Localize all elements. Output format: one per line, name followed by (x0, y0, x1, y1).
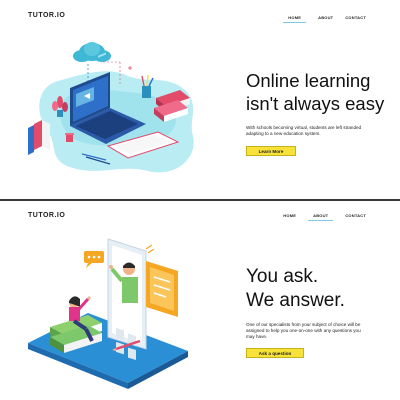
cloud-icon (73, 42, 111, 62)
hero-description: With schools becoming virtual, students … (246, 125, 362, 136)
phone-tutor-student-illustration (28, 238, 188, 389)
hero-section-online-learning: TUTOR.IO HOME ABOUT CONTACT Online learn… (0, 0, 400, 200)
hero-description: One of our specialists from your subject… (246, 322, 361, 339)
site-logo[interactable]: TUTOR.IO (28, 212, 65, 219)
hero-headline-line2: isn't always easy (246, 93, 385, 114)
ask-question-button[interactable]: Ask a question (246, 348, 304, 358)
nav-contact-link[interactable]: CONTACT (345, 213, 366, 221)
hero-headline: You ask. We answer. (246, 265, 345, 313)
hero-headline-line1: Online learning (246, 70, 371, 91)
chat-bubble-icon (84, 251, 104, 268)
nav-about-link[interactable]: ABOUT (318, 15, 333, 23)
hero-headline-line1: You ask. (246, 266, 319, 287)
laptop-cloud-books-illustration (28, 42, 194, 173)
nav-home-link[interactable]: HOME (283, 15, 307, 23)
main-nav: HOME ABOUT CONTACT (271, 15, 366, 23)
nav-contact-link[interactable]: CONTACT (345, 15, 366, 23)
main-nav: HOME ABOUT CONTACT (271, 213, 366, 221)
site-logo[interactable]: TUTOR.IO (28, 12, 65, 19)
hero-section-ask-answer: TUTOR.IO HOME ABOUT CONTACT You ask. We … (0, 201, 400, 400)
hero-headline-line2: We answer. (246, 290, 345, 311)
nav-about-link[interactable]: ABOUT (308, 213, 334, 221)
nav-home-link[interactable]: HOME (283, 213, 296, 221)
learn-more-button[interactable]: Learn More (246, 146, 296, 156)
hero-headline: Online learning isn't always easy (246, 69, 384, 115)
